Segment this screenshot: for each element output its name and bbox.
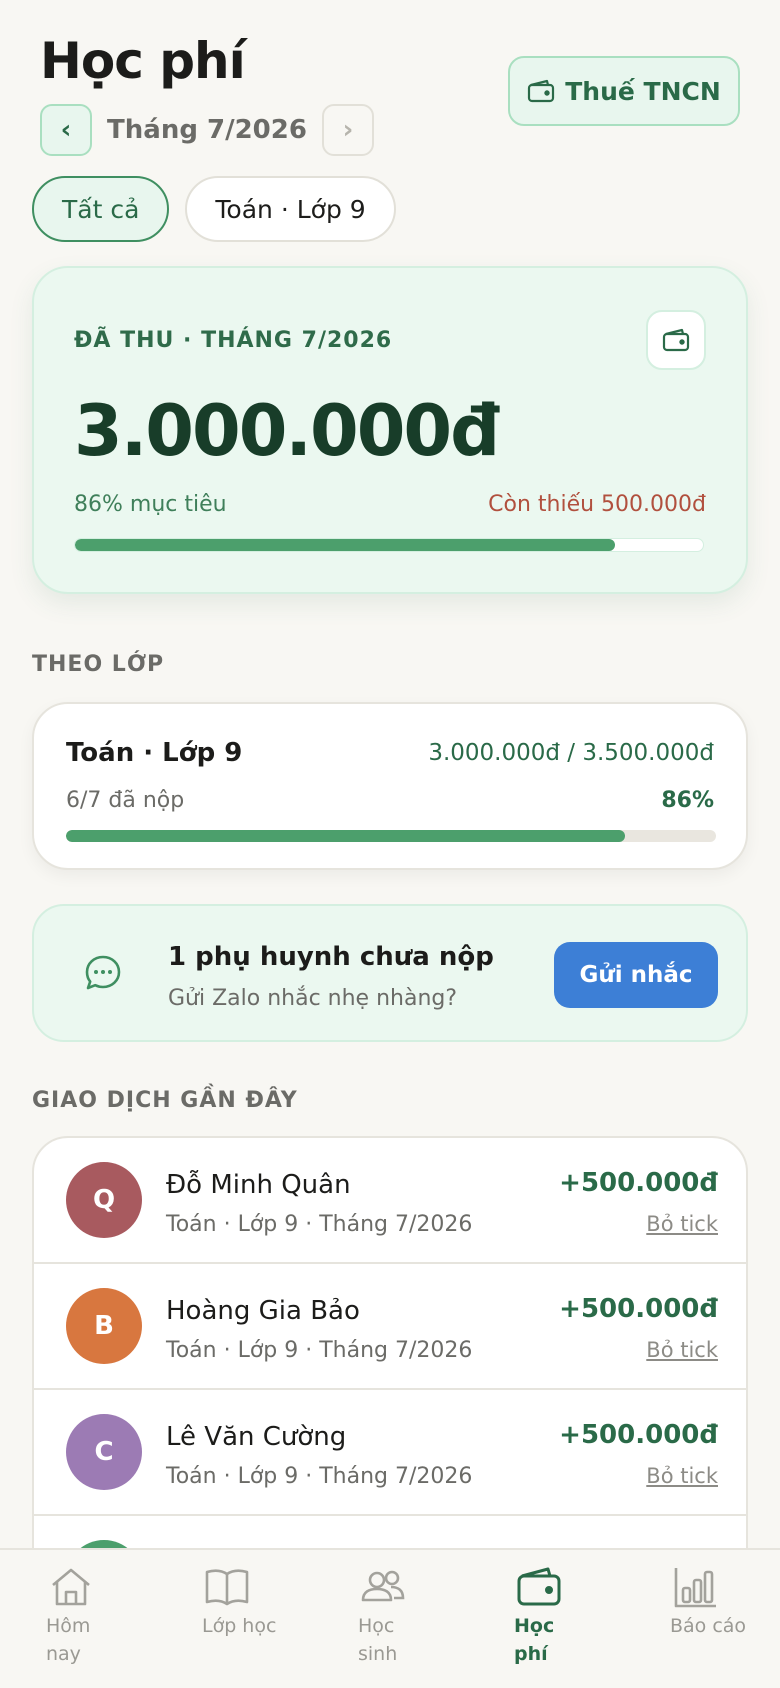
tax-button[interactable]: Thuế TNCN — [508, 56, 740, 126]
transaction-meta: Toán · Lớp 9 · Tháng 7/2026 — [166, 1464, 473, 1489]
wallet-icon — [662, 328, 690, 352]
nav-tab-today[interactable]: Hôm nay — [0, 1550, 156, 1688]
reminder-card: 1 phụ huynh chưa nộp Gửi Zalo nhắc nhẹ n… — [32, 904, 748, 1042]
nav-tab-label: Lớp học — [202, 1615, 277, 1637]
class-progress-bar — [66, 830, 716, 842]
avatar: B — [66, 1288, 142, 1364]
class-progress-fill — [66, 830, 625, 842]
summary-label: ĐÃ THU · THÁNG 7/2026 — [74, 328, 393, 353]
transaction-amount: +500.000đ — [559, 1420, 718, 1450]
reminder-title: 1 phụ huynh chưa nộp — [168, 942, 494, 972]
wallet-icon — [517, 1567, 561, 1606]
class-card[interactable]: Toán · Lớp 9 3.000.000đ / 3.500.000đ 6/7… — [32, 702, 748, 870]
transaction-row[interactable]: B Hoàng Gia Bảo Toán · Lớp 9 · Tháng 7/2… — [34, 1264, 746, 1390]
nav-tab-fees[interactable]: Học phí — [468, 1550, 624, 1688]
book-icon — [205, 1569, 249, 1606]
nav-tab-classes[interactable]: Lớp học — [156, 1550, 312, 1688]
missing-amount: Còn thiếu 500.000đ — [488, 492, 706, 517]
wallet-icon — [528, 79, 555, 103]
transaction-meta: Toán · Lớp 9 · Tháng 7/2026 — [166, 1338, 473, 1363]
summary-wallet-button[interactable] — [646, 310, 706, 370]
by-class-section-title: THEO LỚP — [32, 652, 165, 677]
undo-tick-link[interactable]: Bỏ tick — [646, 1464, 718, 1488]
summary-progress-bar — [74, 538, 704, 552]
filter-chip-math-9[interactable]: Toán · Lớp 9 — [185, 176, 396, 242]
transaction-amount: +500.000đ — [559, 1294, 718, 1324]
month-navigator: ‹ Tháng 7/2026 › — [40, 104, 374, 156]
send-reminder-button[interactable]: Gửi nhắc — [554, 942, 718, 1008]
month-label: Tháng 7/2026 — [107, 115, 307, 145]
home-icon — [52, 1568, 90, 1606]
transaction-student-name: Đỗ Minh Quân — [166, 1170, 351, 1200]
bottom-navigation: Hôm nay Lớp học Học sinh Học phí Báo cáo — [0, 1548, 780, 1688]
filter-chip-all[interactable]: Tất cả — [32, 176, 170, 242]
class-percent: 86% — [661, 788, 714, 813]
avatar: C — [66, 1414, 142, 1490]
avatar: Q — [66, 1162, 142, 1238]
transaction-meta: Toán · Lớp 9 · Tháng 7/2026 — [166, 1212, 473, 1237]
transaction-student-name: Hoàng Gia Bảo — [166, 1296, 360, 1326]
page-title: Học phí — [40, 32, 246, 90]
transaction-row[interactable]: C Lê Văn Cường Toán · Lớp 9 · Tháng 7/20… — [34, 1390, 746, 1516]
nav-tab-label: Hôm nay — [46, 1615, 91, 1665]
class-filter: Tất cả Toán · Lớp 9 — [32, 176, 396, 242]
transactions-list: Q Đỗ Minh Quân Toán · Lớp 9 · Tháng 7/20… — [32, 1136, 748, 1616]
reminder-subtitle: Gửi Zalo nhắc nhẹ nhàng? — [168, 986, 458, 1011]
target-percent: 86% mục tiêu — [74, 492, 227, 517]
nav-tab-students[interactable]: Học sinh — [312, 1550, 468, 1688]
bar-chart-icon — [674, 1568, 716, 1608]
tax-button-label: Thuế TNCN — [565, 76, 721, 106]
nav-tab-reports[interactable]: Báo cáo — [624, 1550, 780, 1688]
transaction-amount: +500.000đ — [559, 1168, 718, 1198]
next-month-button[interactable]: › — [322, 104, 374, 156]
chat-bubble-icon — [85, 955, 121, 990]
nav-tab-label: Học phí — [514, 1615, 555, 1665]
transaction-student-name: Lê Văn Cường — [166, 1422, 347, 1452]
transactions-section-title: GIAO DỊCH GẦN ĐÂY — [32, 1088, 298, 1113]
class-name: Toán · Lớp 9 — [66, 738, 243, 768]
summary-card: ĐÃ THU · THÁNG 7/2026 3.000.000đ 86% mục… — [32, 266, 748, 594]
nav-tab-label: Học sinh — [358, 1615, 398, 1665]
users-icon — [361, 1570, 405, 1602]
undo-tick-link[interactable]: Bỏ tick — [646, 1338, 718, 1362]
class-amount: 3.000.000đ / 3.500.000đ — [428, 740, 714, 766]
prev-month-button[interactable]: ‹ — [40, 104, 92, 156]
nav-tab-label: Báo cáo — [670, 1615, 747, 1637]
summary-progress-fill — [75, 539, 616, 551]
undo-tick-link[interactable]: Bỏ tick — [646, 1212, 718, 1236]
fee-screen: Học phí Thuế TNCN ‹ Tháng 7/2026 › Tất c… — [0, 0, 780, 1688]
transaction-row[interactable]: Q Đỗ Minh Quân Toán · Lớp 9 · Tháng 7/20… — [34, 1138, 746, 1264]
class-paid-count: 6/7 đã nộp — [66, 788, 185, 813]
collected-amount: 3.000.000đ — [74, 390, 500, 472]
